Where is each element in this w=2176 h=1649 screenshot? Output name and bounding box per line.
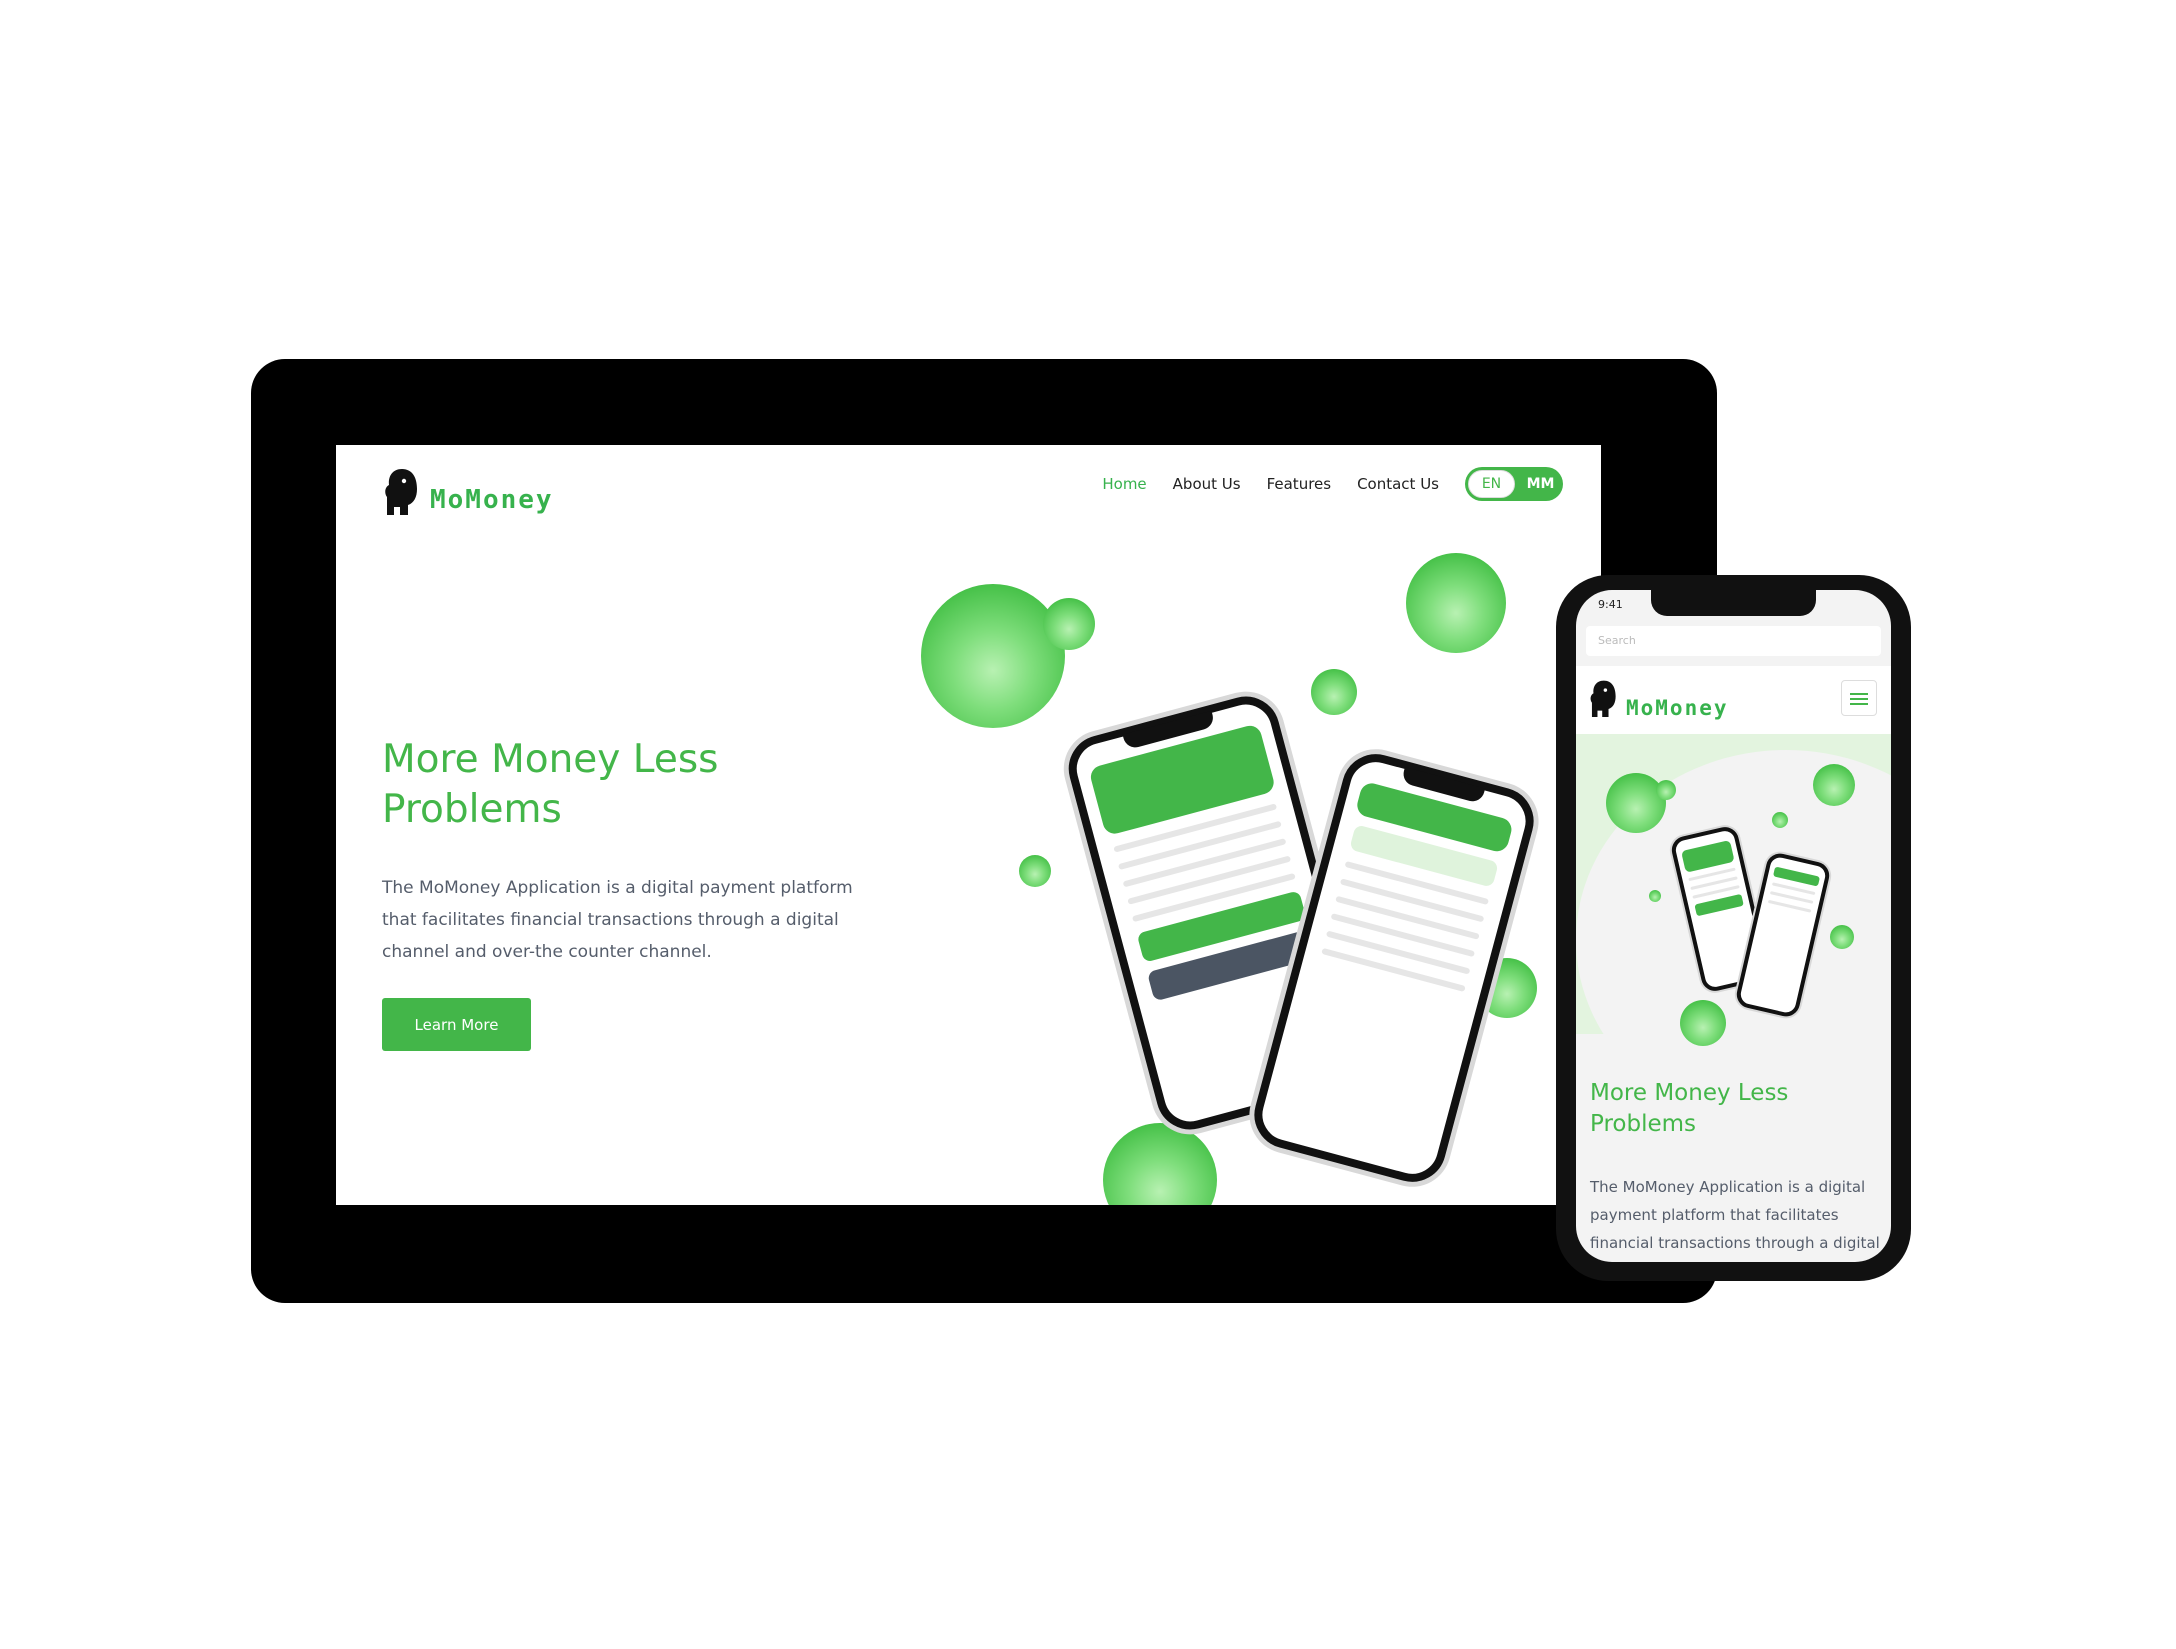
phone-notch xyxy=(1651,590,1816,616)
tablet-screen: MoMoney Home About Us Features Contact U… xyxy=(336,445,1601,1205)
decor-ball xyxy=(1813,764,1855,806)
hamburger-menu-icon[interactable] xyxy=(1841,680,1877,716)
logo-text: MoMoney xyxy=(1626,696,1729,720)
elephant-logo-icon xyxy=(385,469,417,515)
elephant-logo-icon xyxy=(1590,680,1616,717)
decor-ball xyxy=(1772,812,1788,828)
nav-about-us[interactable]: About Us xyxy=(1173,475,1241,493)
hero-description: The MoMoney Application is a digital pay… xyxy=(382,878,853,962)
decor-ball xyxy=(1680,1000,1726,1046)
logo[interactable]: MoMoney xyxy=(382,457,554,517)
decor-ball xyxy=(1656,780,1676,800)
mobile-logo[interactable]: MoMoney xyxy=(1588,676,1729,720)
search-input[interactable]: Search xyxy=(1586,626,1881,656)
lang-en[interactable]: EN xyxy=(1468,470,1515,498)
decor-ball xyxy=(1830,925,1854,949)
lang-mm[interactable]: MM xyxy=(1518,467,1563,501)
decor-ball xyxy=(1019,855,1051,887)
logo-text: MoMoney xyxy=(430,485,554,515)
decor-ball xyxy=(1103,1123,1217,1205)
mobile-hero-title: More Money Less Problems xyxy=(1590,1080,1789,1137)
nav-home[interactable]: Home xyxy=(1102,475,1146,493)
status-time: 9:41 xyxy=(1598,598,1623,611)
mobile-hero-description: The MoMoney Application is a digital pay… xyxy=(1590,1178,1880,1252)
status-bar: 9:41 xyxy=(1576,590,1891,618)
language-toggle[interactable]: EN MM xyxy=(1465,467,1563,501)
nav-contact-us[interactable]: Contact Us xyxy=(1357,475,1439,493)
decor-ball xyxy=(1311,669,1357,715)
decor-ball xyxy=(1606,773,1666,833)
decor-ball xyxy=(1649,890,1661,902)
mobile-header: MoMoney xyxy=(1576,666,1891,734)
hero-title: More Money Less Problems xyxy=(382,737,719,832)
decor-ball xyxy=(921,584,1065,728)
learn-more-button[interactable]: Learn More xyxy=(382,998,531,1051)
main-nav: Home About Us Features Contact Us EN MM xyxy=(1102,467,1563,501)
decor-ball xyxy=(1406,553,1506,653)
decor-ball xyxy=(1043,598,1095,650)
nav-features[interactable]: Features xyxy=(1267,475,1332,493)
phone-screen: 9:41 Search MoMoney More Money Less Prob… xyxy=(1576,590,1891,1262)
